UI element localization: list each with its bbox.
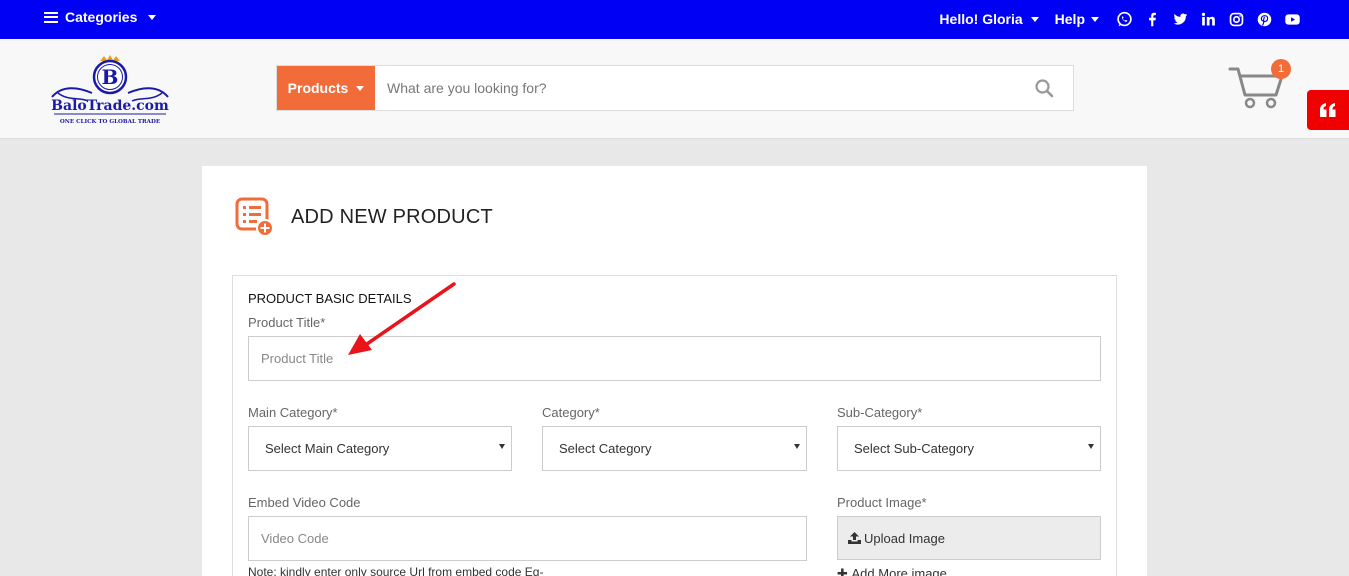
dropdown-arrow-icon bbox=[1088, 444, 1094, 449]
categories-menu[interactable]: Categories bbox=[44, 9, 157, 25]
svg-text:B: B bbox=[102, 65, 119, 89]
menu-icon bbox=[44, 11, 58, 23]
page-heading-icon-wrap bbox=[235, 196, 275, 238]
video-code-note: Note: kindly enter only source Url from … bbox=[248, 565, 544, 576]
chevron-down-icon bbox=[148, 14, 157, 20]
youtube-icon[interactable] bbox=[1283, 10, 1301, 28]
search-input[interactable] bbox=[375, 66, 1015, 110]
pinterest-icon[interactable] bbox=[1255, 10, 1273, 28]
upload-icon bbox=[848, 532, 861, 544]
sub-category-select[interactable]: Select Sub-Category bbox=[837, 426, 1101, 471]
category-select[interactable]: Select Category bbox=[542, 426, 807, 471]
product-list-add-icon bbox=[235, 197, 274, 237]
video-code-label: Embed Video Code bbox=[248, 495, 361, 510]
search-icon[interactable] bbox=[1015, 66, 1073, 110]
twitter-icon[interactable] bbox=[1171, 10, 1189, 28]
plus-icon: ✚ bbox=[837, 566, 852, 576]
search-bar: Products bbox=[276, 65, 1074, 111]
help-menu[interactable]: Help bbox=[1055, 11, 1099, 27]
social-links bbox=[1115, 10, 1301, 28]
whatsapp-icon[interactable] bbox=[1115, 10, 1133, 28]
search-scope-label: Products bbox=[287, 80, 349, 96]
video-code-input[interactable]: Video Code bbox=[248, 516, 807, 561]
categories-label: Categories bbox=[65, 9, 138, 25]
upload-image-label: Upload Image bbox=[864, 530, 945, 546]
site-header: B BaloTrade.com ONE CLICK TO GLOBAL TRAD… bbox=[0, 39, 1349, 139]
svg-text:BaloTrade.com: BaloTrade.com bbox=[51, 98, 169, 114]
chevron-down-icon bbox=[356, 85, 365, 91]
quote-request-tab[interactable] bbox=[1307, 90, 1349, 130]
add-more-image-link[interactable]: ✚ Add More image bbox=[837, 566, 947, 576]
search-scope-dropdown[interactable]: Products bbox=[277, 66, 375, 110]
product-title-label: Product Title* bbox=[248, 315, 326, 330]
dropdown-arrow-icon bbox=[499, 444, 505, 449]
main-category-value: Select Main Category bbox=[265, 441, 390, 456]
main-category-label: Main Category* bbox=[248, 405, 338, 420]
chevron-down-icon bbox=[1091, 16, 1099, 22]
sub-category-label: Sub-Category* bbox=[837, 405, 923, 420]
sub-category-value: Select Sub-Category bbox=[854, 441, 974, 456]
account-menu[interactable]: Hello! Gloria bbox=[939, 11, 1039, 27]
svg-text:ONE CLICK TO GLOBAL TRADE: ONE CLICK TO GLOBAL TRADE bbox=[60, 119, 160, 125]
top-bar: Categories Hello! Gloria Help bbox=[0, 0, 1349, 39]
product-image-label: Product Image* bbox=[837, 495, 927, 510]
facebook-icon[interactable] bbox=[1143, 10, 1161, 28]
help-label: Help bbox=[1054, 11, 1085, 27]
site-logo[interactable]: B BaloTrade.com ONE CLICK TO GLOBAL TRAD… bbox=[48, 53, 172, 127]
add-product-card: ADD NEW PRODUCT PRODUCT BASIC DETAILS Pr… bbox=[202, 166, 1147, 576]
category-label: Category* bbox=[542, 405, 600, 420]
page-title: ADD NEW PRODUCT bbox=[291, 206, 493, 228]
quote-icon bbox=[1320, 103, 1336, 117]
dropdown-arrow-icon bbox=[794, 444, 800, 449]
add-more-image-label: Add More image bbox=[851, 566, 947, 576]
upload-image-button[interactable]: Upload Image bbox=[837, 516, 1101, 560]
annotation-arrow-icon bbox=[348, 282, 456, 355]
cart-count-badge: 1 bbox=[1271, 59, 1291, 79]
linkedin-icon[interactable] bbox=[1199, 10, 1217, 28]
greeting-text: Hello! Gloria bbox=[939, 11, 1023, 27]
main-category-select[interactable]: Select Main Category bbox=[248, 426, 512, 471]
category-value: Select Category bbox=[559, 441, 652, 456]
chevron-down-icon bbox=[1030, 16, 1039, 22]
instagram-icon[interactable] bbox=[1227, 10, 1245, 28]
top-right-links: Hello! Gloria Help bbox=[939, 8, 1301, 30]
